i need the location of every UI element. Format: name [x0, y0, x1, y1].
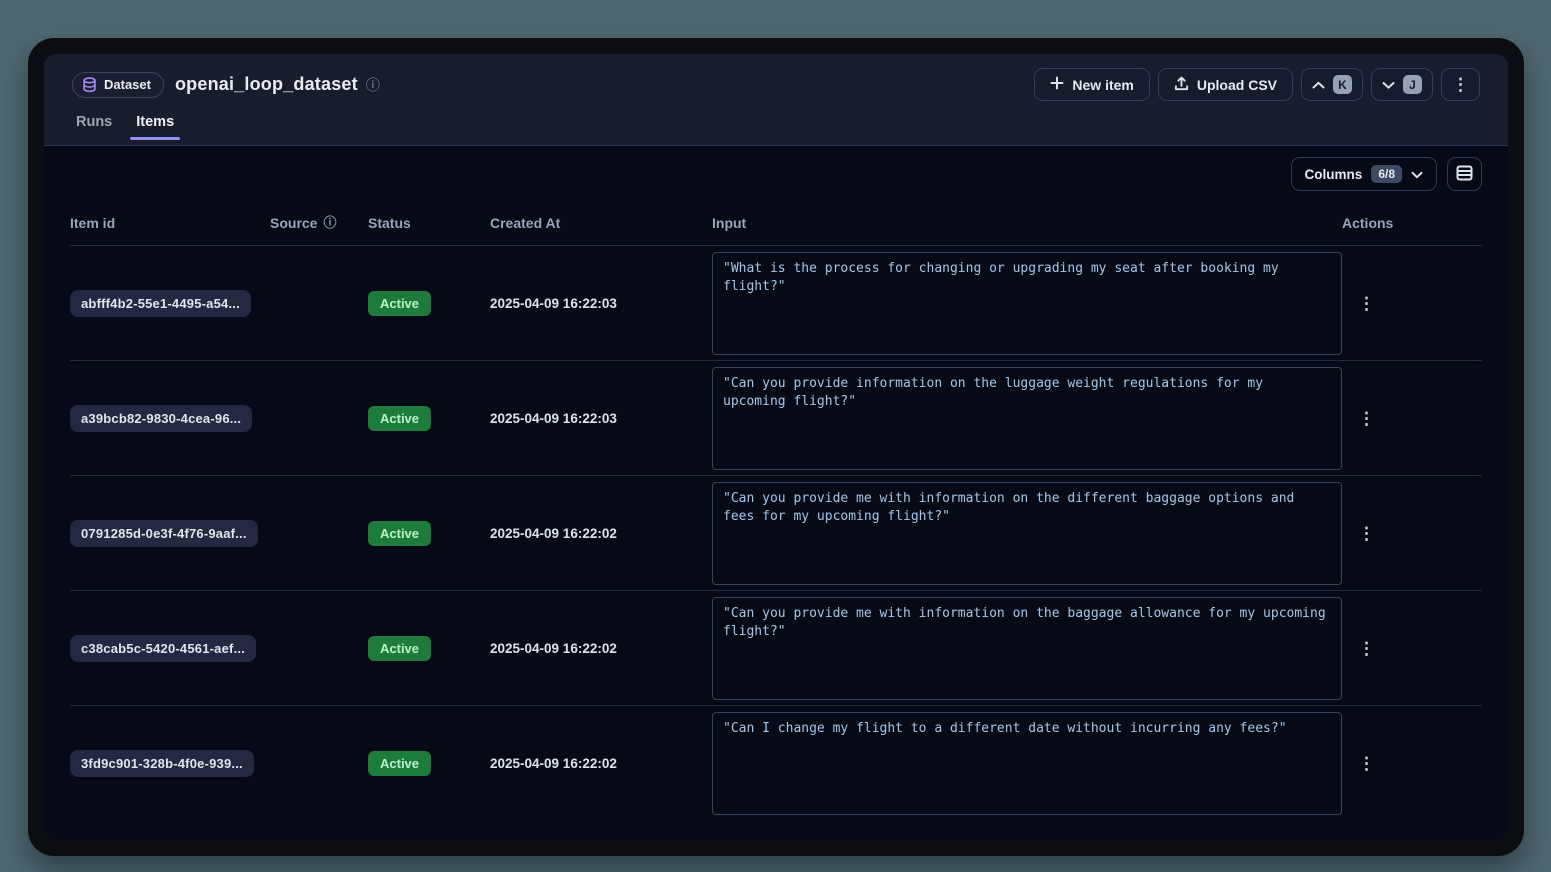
- status-cell: Active: [368, 291, 490, 316]
- page-title: openai_loop_dataset: [175, 74, 358, 95]
- chevron-up-icon: [1312, 77, 1325, 93]
- header-overflow-menu-button[interactable]: ⋮: [1441, 68, 1480, 101]
- next-item-button[interactable]: J: [1371, 68, 1433, 101]
- status-cell: Active: [368, 751, 490, 776]
- table-row: 0791285d-0e3f-4f76-9aaf... Active 2025-0…: [70, 476, 1482, 591]
- column-header-created-at: Created At: [490, 215, 712, 231]
- source-info-icon[interactable]: ⓘ: [323, 216, 336, 229]
- status-badge: Active: [368, 636, 431, 661]
- input-cell: "Can you provide information on the lugg…: [712, 361, 1342, 475]
- row-height-toggle-button[interactable]: [1447, 157, 1482, 191]
- actions-cell: ⋮: [1342, 519, 1482, 548]
- title-info-icon[interactable]: ⓘ: [366, 78, 380, 92]
- status-cell: Active: [368, 521, 490, 546]
- tab-runs[interactable]: Runs: [76, 114, 112, 140]
- chevron-down-icon: [1411, 167, 1423, 182]
- created-at-value: 2025-04-09 16:22:02: [490, 526, 712, 541]
- item-id-cell: 0791285d-0e3f-4f76-9aaf...: [70, 520, 270, 547]
- columns-dropdown[interactable]: Columns 6/8: [1291, 157, 1437, 191]
- input-value-box[interactable]: "Can I change my flight to a different d…: [712, 712, 1342, 815]
- input-value-box[interactable]: "Can you provide me with information on …: [712, 597, 1342, 700]
- items-content: Columns 6/8 Item: [44, 146, 1508, 840]
- plus-icon: [1050, 76, 1064, 93]
- shortcut-key-k: K: [1333, 75, 1352, 94]
- actions-cell: ⋮: [1342, 634, 1482, 663]
- column-header-input: Input: [712, 215, 1342, 231]
- table-rows-icon: [1456, 165, 1473, 184]
- shortcut-key-j: J: [1403, 75, 1422, 94]
- upload-csv-label: Upload CSV: [1197, 77, 1277, 93]
- column-header-source: Source ⓘ: [270, 215, 368, 231]
- item-id-cell: 3fd9c901-328b-4f0e-939...: [70, 750, 270, 777]
- row-actions-menu-button[interactable]: ⋮: [1348, 289, 1385, 318]
- input-value-box[interactable]: "Can you provide information on the lugg…: [712, 367, 1342, 470]
- previous-item-button[interactable]: K: [1301, 68, 1363, 101]
- tab-bar: Runs Items: [72, 114, 1480, 140]
- dataset-type-badge: Dataset: [72, 72, 164, 98]
- columns-label: Columns: [1305, 167, 1363, 182]
- input-cell: "Can you provide me with information on …: [712, 591, 1342, 705]
- item-id-cell: a39bcb82-9830-4cea-96...: [70, 405, 270, 432]
- item-id-badge[interactable]: a39bcb82-9830-4cea-96...: [70, 405, 252, 432]
- created-at-value: 2025-04-09 16:22:02: [490, 641, 712, 656]
- table-row: a39bcb82-9830-4cea-96... Active 2025-04-…: [70, 361, 1482, 476]
- status-cell: Active: [368, 406, 490, 431]
- database-icon: [82, 77, 97, 93]
- input-cell: "Can I change my flight to a different d…: [712, 706, 1342, 821]
- input-value-box[interactable]: "What is the process for changing or upg…: [712, 252, 1342, 355]
- status-cell: Active: [368, 636, 490, 661]
- app-window: Dataset openai_loop_dataset ⓘ New item: [28, 38, 1524, 856]
- item-id-badge[interactable]: abfff4b2-55e1-4495-a54...: [70, 290, 251, 317]
- upload-icon: [1174, 76, 1189, 94]
- dataset-panel: Dataset openai_loop_dataset ⓘ New item: [44, 54, 1508, 840]
- status-badge: Active: [368, 406, 431, 431]
- actions-cell: ⋮: [1342, 749, 1482, 778]
- input-cell: "Can you provide me with information on …: [712, 476, 1342, 590]
- dataset-badge-label: Dataset: [104, 77, 151, 92]
- table-header-row: Item id Source ⓘ Status Created At Input…: [70, 200, 1482, 246]
- created-at-value: 2025-04-09 16:22:03: [490, 411, 712, 426]
- item-id-badge[interactable]: 3fd9c901-328b-4f0e-939...: [70, 750, 254, 777]
- table-row: abfff4b2-55e1-4495-a54... Active 2025-04…: [70, 246, 1482, 361]
- row-actions-menu-button[interactable]: ⋮: [1348, 634, 1385, 663]
- page-header: Dataset openai_loop_dataset ⓘ New item: [44, 54, 1508, 146]
- table-toolbar: Columns 6/8: [70, 146, 1482, 191]
- kebab-menu-icon: ⋮: [1452, 76, 1469, 93]
- status-badge: Active: [368, 291, 431, 316]
- upload-csv-button[interactable]: Upload CSV: [1158, 68, 1293, 101]
- row-actions-menu-button[interactable]: ⋮: [1348, 519, 1385, 548]
- created-at-value: 2025-04-09 16:22:03: [490, 296, 712, 311]
- actions-cell: ⋮: [1342, 289, 1482, 318]
- columns-count-badge: 6/8: [1371, 165, 1402, 183]
- new-item-label: New item: [1072, 77, 1133, 93]
- item-id-cell: abfff4b2-55e1-4495-a54...: [70, 290, 270, 317]
- item-id-badge[interactable]: c38cab5c-5420-4561-aef...: [70, 635, 256, 662]
- item-id-cell: c38cab5c-5420-4561-aef...: [70, 635, 270, 662]
- row-actions-menu-button[interactable]: ⋮: [1348, 404, 1385, 433]
- status-badge: Active: [368, 521, 431, 546]
- table-row: 3fd9c901-328b-4f0e-939... Active 2025-04…: [70, 706, 1482, 821]
- created-at-value: 2025-04-09 16:22:02: [490, 756, 712, 771]
- actions-cell: ⋮: [1342, 404, 1482, 433]
- input-value-box[interactable]: "Can you provide me with information on …: [712, 482, 1342, 585]
- chevron-down-icon: [1382, 77, 1395, 93]
- new-item-button[interactable]: New item: [1034, 68, 1149, 101]
- tab-items[interactable]: Items: [136, 114, 174, 140]
- input-cell: "What is the process for changing or upg…: [712, 246, 1342, 360]
- column-header-item-id: Item id: [70, 215, 270, 231]
- column-header-actions: Actions: [1342, 215, 1482, 231]
- item-id-badge[interactable]: 0791285d-0e3f-4f76-9aaf...: [70, 520, 258, 547]
- status-badge: Active: [368, 751, 431, 776]
- column-header-status: Status: [368, 215, 490, 231]
- table-row: c38cab5c-5420-4561-aef... Active 2025-04…: [70, 591, 1482, 706]
- table-body: abfff4b2-55e1-4495-a54... Active 2025-04…: [70, 246, 1482, 821]
- row-actions-menu-button[interactable]: ⋮: [1348, 749, 1385, 778]
